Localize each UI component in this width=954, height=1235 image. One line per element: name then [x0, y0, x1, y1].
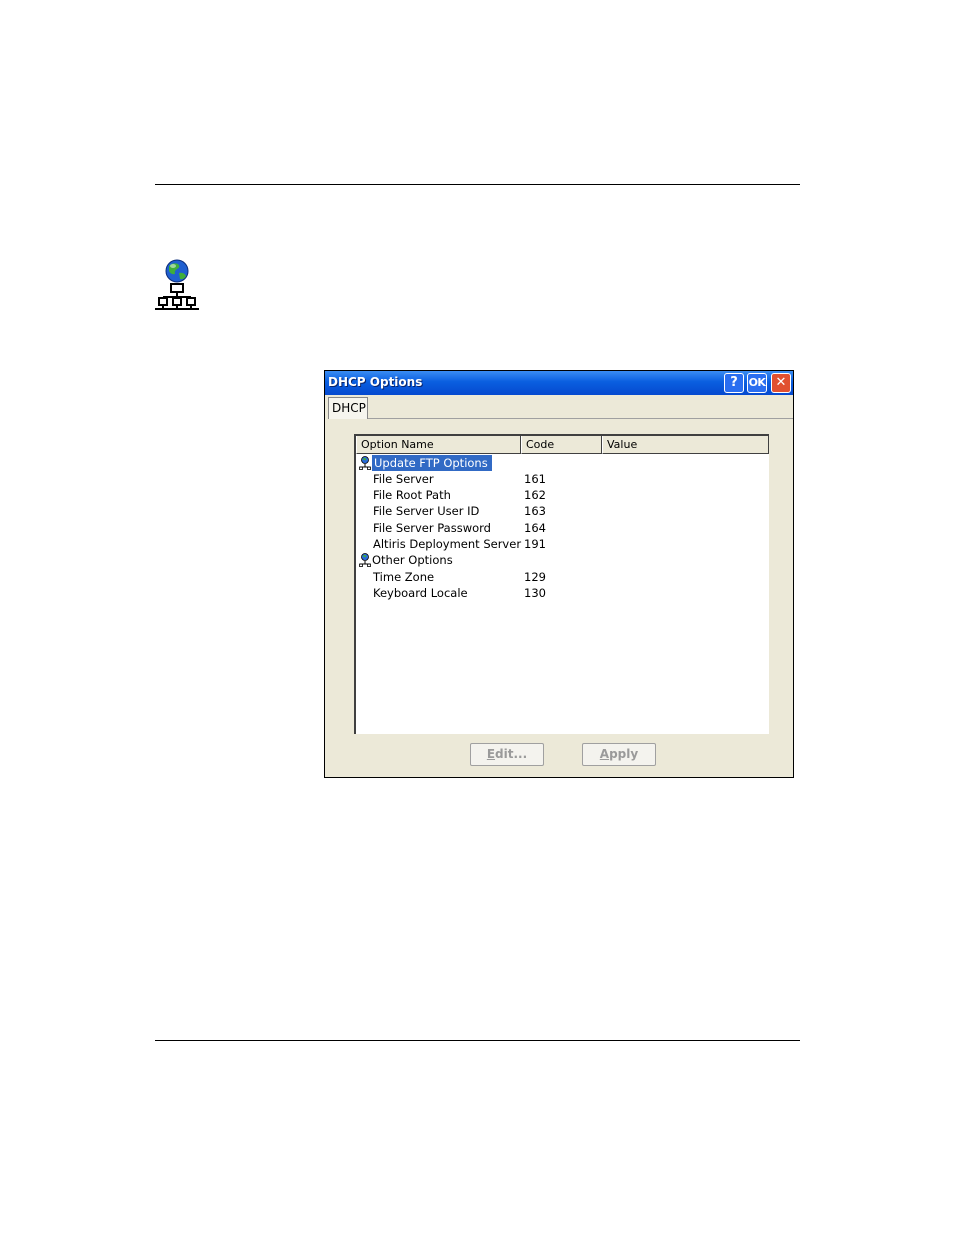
option-code: 129: [524, 570, 546, 584]
dhcp-options-dialog: DHCP Options ? OK ✕ DHCP Option Name Cod…: [324, 370, 794, 778]
top-rule: [155, 184, 800, 185]
edit-button[interactable]: Edit...: [470, 743, 544, 766]
option-name: File Server Password: [373, 521, 491, 535]
list-item[interactable]: File Server 161: [356, 471, 769, 487]
option-name: Other Options: [372, 553, 453, 567]
option-name: File Server User ID: [373, 504, 480, 518]
list-item[interactable]: File Server Password 164: [356, 520, 769, 536]
list-item[interactable]: Update FTP Options: [356, 455, 769, 471]
option-code: 163: [524, 504, 546, 518]
edit-label: dit...: [495, 747, 528, 761]
option-name: File Server: [373, 472, 434, 486]
option-code: 191: [524, 537, 546, 551]
ok-button[interactable]: OK: [747, 373, 767, 393]
tab-dhcp[interactable]: DHCP: [328, 397, 368, 419]
list-item[interactable]: Keyboard Locale 130: [356, 585, 769, 601]
options-list[interactable]: Option Name Code Value Update FTP Option…: [354, 434, 769, 734]
close-icon: ✕: [775, 375, 787, 390]
bottom-rule: [155, 1040, 800, 1041]
option-name: Keyboard Locale: [373, 586, 468, 600]
network-group-icon: [359, 553, 371, 567]
column-header-option-name[interactable]: Option Name: [356, 436, 521, 454]
tab-divider: [368, 418, 793, 419]
column-header-code[interactable]: Code: [521, 436, 602, 454]
option-code: 161: [524, 472, 546, 486]
option-code: 162: [524, 488, 546, 502]
option-code: 130: [524, 586, 546, 600]
apply-button[interactable]: Apply: [582, 743, 656, 766]
close-button[interactable]: ✕: [771, 373, 791, 393]
option-name: Altiris Deployment Server: [373, 537, 522, 551]
apply-mnemonic: A: [599, 747, 610, 761]
list-item[interactable]: Other Options: [356, 552, 769, 568]
list-item[interactable]: Time Zone 129: [356, 569, 769, 585]
network-globe-icon: [155, 259, 199, 310]
edit-mnemonic: E: [486, 747, 496, 761]
network-group-icon: [359, 456, 371, 470]
list-header: Option Name Code Value: [356, 436, 769, 454]
option-name: Time Zone: [373, 570, 435, 584]
list-item[interactable]: File Root Path 162: [356, 487, 769, 503]
list-item[interactable]: File Server User ID 163: [356, 503, 769, 519]
option-code: 164: [524, 521, 546, 535]
list-item[interactable]: Altiris Deployment Server 191: [356, 536, 769, 552]
help-button[interactable]: ?: [724, 373, 744, 393]
column-header-value[interactable]: Value: [602, 436, 769, 454]
option-name: Update FTP Options: [372, 455, 492, 471]
apply-label: pply: [609, 747, 639, 761]
dialog-title: DHCP Options: [328, 375, 423, 389]
title-bar[interactable]: DHCP Options ? OK ✕: [325, 371, 793, 395]
option-name: File Root Path: [373, 488, 451, 502]
